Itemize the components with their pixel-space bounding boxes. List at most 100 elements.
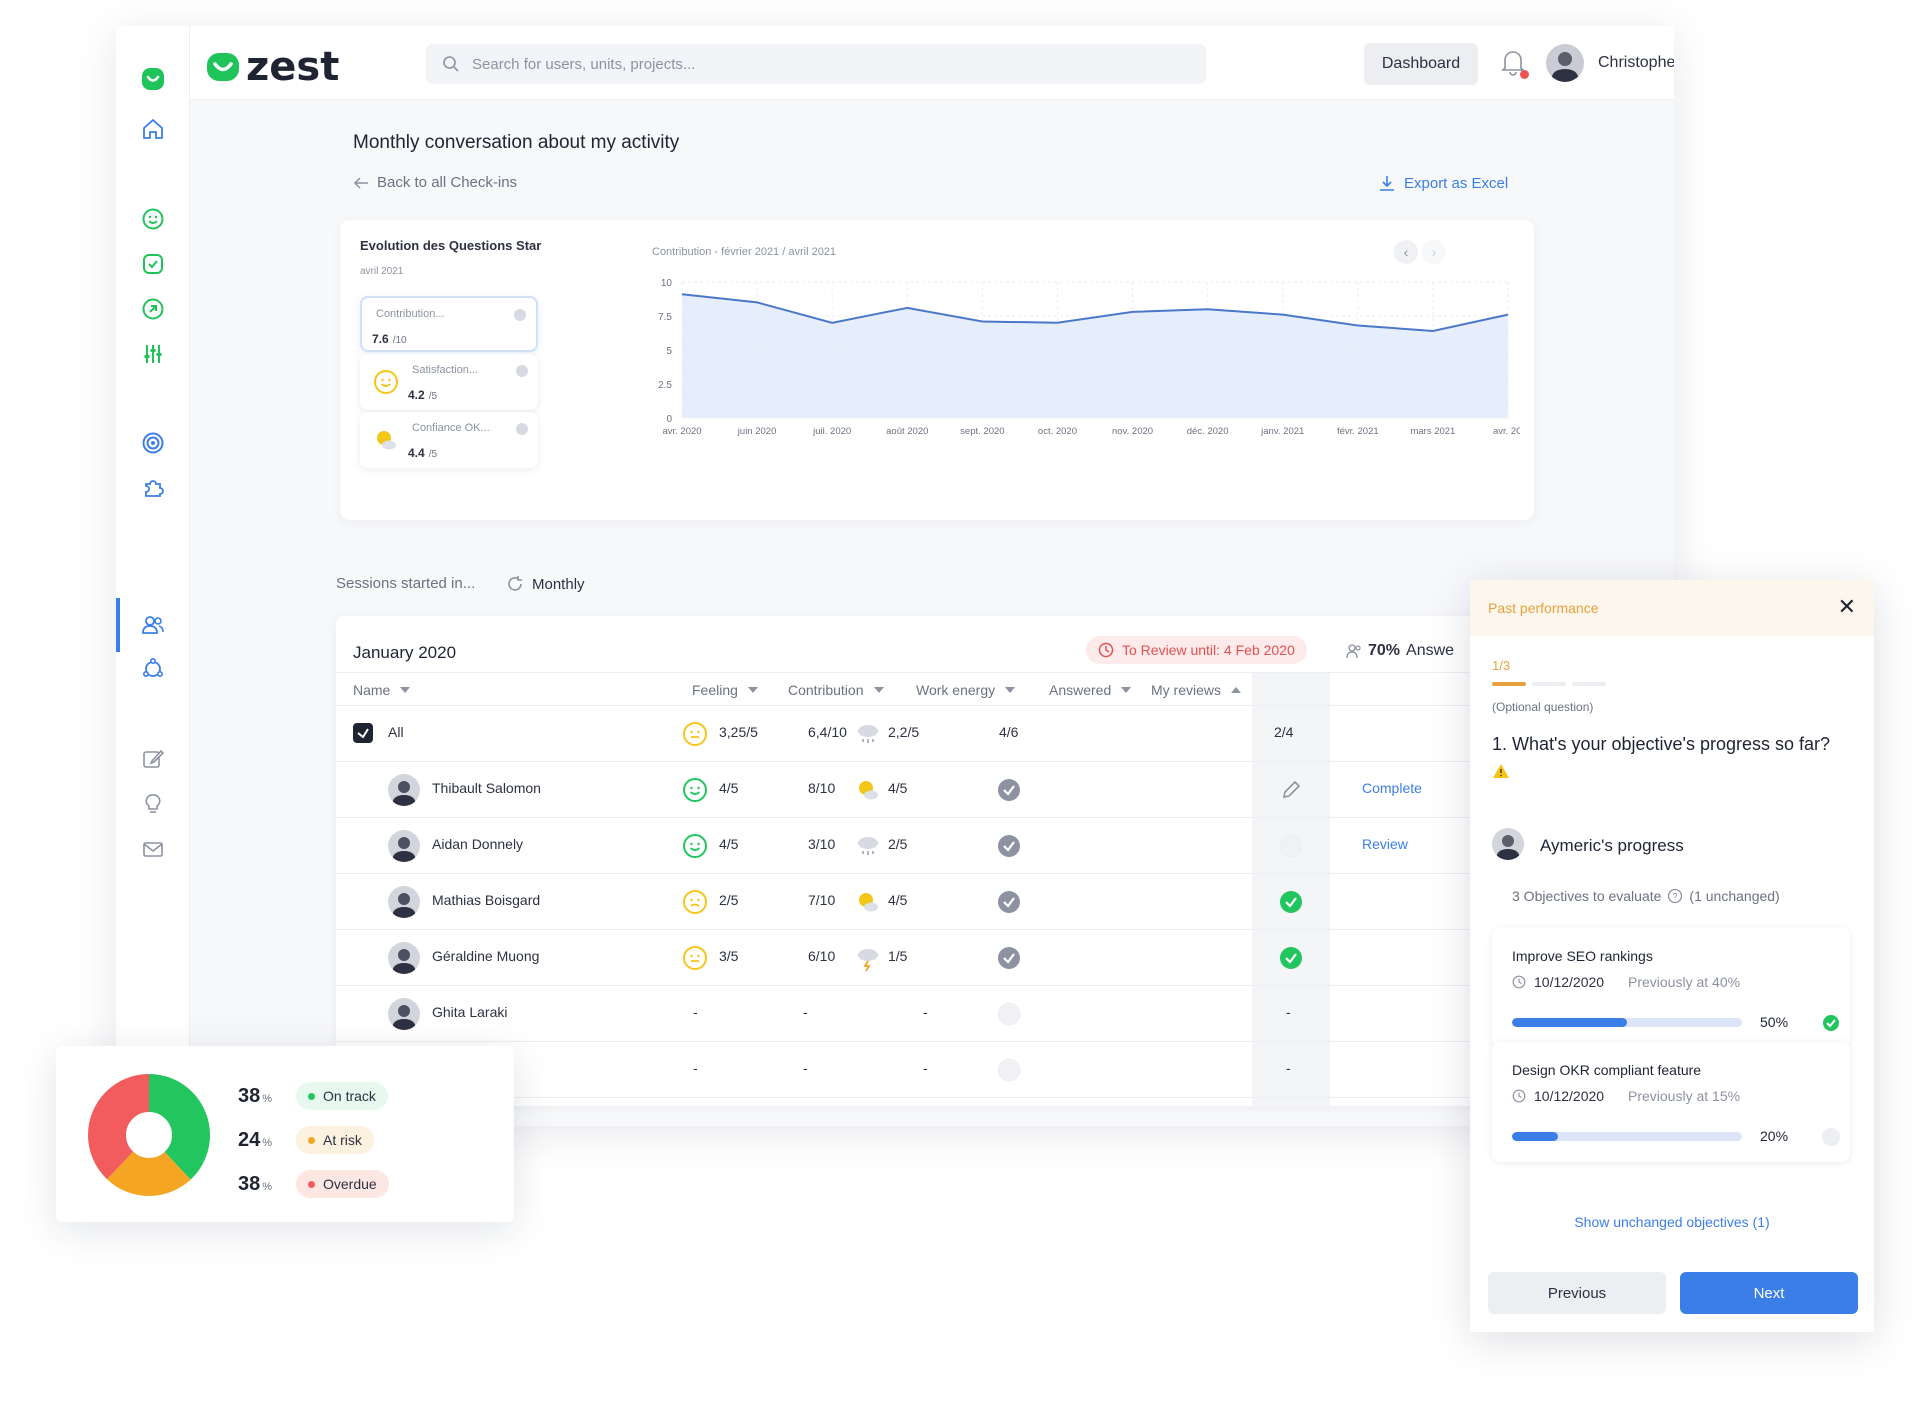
status-dot <box>308 1180 315 1188</box>
brand-logo[interactable]: zest <box>206 44 339 90</box>
y-tick-label: 7.5 <box>658 312 672 323</box>
avatar <box>388 886 420 918</box>
check-circle-icon <box>998 891 1020 913</box>
sun-cloud-icon <box>859 781 878 800</box>
metric-label: Satisfaction... <box>412 364 479 376</box>
person-avatar-icon <box>392 781 416 806</box>
row-name: All <box>388 724 404 740</box>
metric-contribution[interactable]: Contribution... 7.6/10 <box>360 296 538 352</box>
rain-cloud-icon <box>858 725 878 743</box>
objective-date: 10/12/2020 <box>1512 1088 1604 1104</box>
column-work-energy[interactable]: Work energy <box>916 682 1016 698</box>
objective-card[interactable]: Improve SEO rankings 10/12/2020 Previously… <box>1492 928 1850 1048</box>
row-name: Géraldine Muong <box>432 948 540 964</box>
objective-progress-fill <box>1512 1132 1558 1141</box>
zest-brand-icon <box>207 53 239 81</box>
table-row[interactable]: Ghita Laraki - - - - <box>336 986 1626 1042</box>
objective-progress-bar[interactable] <box>1512 1132 1742 1141</box>
metric-satisfaction[interactable]: Satisfaction... 4.2/5 <box>360 354 538 410</box>
row-feeling: 3/5 <box>719 948 739 964</box>
warning-icon <box>1493 764 1509 778</box>
help-circle-icon[interactable]: ? <box>1667 888 1683 904</box>
zest-logo-icon[interactable] <box>138 64 168 94</box>
smile-icon[interactable] <box>138 204 168 234</box>
panel-title: Past performance <box>1488 600 1599 616</box>
objective-progress-bar[interactable] <box>1512 1018 1742 1027</box>
next-button[interactable]: Next <box>1680 1272 1858 1314</box>
column-contribution[interactable]: Contribution <box>788 682 884 698</box>
table-row[interactable]: Mathias Boisgard 2/5 7/10 4/5 <box>336 874 1626 930</box>
y-tick-label: 5 <box>666 346 672 357</box>
objective-card[interactable]: Design OKR compliant feature 10/12/2020 Pr… <box>1492 1042 1850 1162</box>
chart-next-button[interactable]: › <box>1422 240 1446 264</box>
select-all-checkbox[interactable] <box>353 723 373 743</box>
top-bar: zest Search for users, units, projects..… <box>190 26 1674 100</box>
dashboard-button[interactable]: Dashboard <box>1364 43 1478 85</box>
mail-icon[interactable] <box>138 834 168 864</box>
empty-circle-icon[interactable] <box>1278 833 1304 859</box>
green-check-icon[interactable] <box>1278 889 1304 915</box>
home-icon[interactable] <box>138 114 168 144</box>
arrow-left-icon <box>353 176 368 189</box>
users-icon[interactable] <box>138 610 168 640</box>
search-placeholder[interactable]: Search for users, units, projects... <box>472 56 695 73</box>
target-arrow-icon[interactable] <box>138 294 168 324</box>
row-contribution: 3/10 <box>808 836 836 852</box>
period-selector[interactable]: Monthly <box>506 575 585 593</box>
app-window: zest Search for users, units, projects..… <box>116 26 1674 1126</box>
row-action-link[interactable]: Complete <box>1362 780 1422 796</box>
legend-pct: 38% <box>238 1084 273 1107</box>
pencil-icon[interactable] <box>1278 777 1304 803</box>
sessions-table: January 2020 To Review until: 4 Feb 2020… <box>336 616 1626 1106</box>
green-check-icon[interactable] <box>1278 945 1304 971</box>
clock-icon <box>1098 642 1114 658</box>
x-tick-label: janv. 2021 <box>1260 426 1304 437</box>
sort-down-icon <box>400 687 411 693</box>
back-link[interactable]: Back to all Check-ins <box>353 174 517 191</box>
sliders-icon[interactable] <box>138 339 168 369</box>
table-row[interactable]: Géraldine Muong 3/5 6/10 1/5 <box>336 930 1626 986</box>
close-icon[interactable]: ✕ <box>1838 594 1856 620</box>
column-my-reviews[interactable]: My reviews <box>1151 682 1242 698</box>
search-bar[interactable]: Search for users, units, projects... <box>426 44 1206 84</box>
empty-circle-icon <box>1822 1128 1840 1146</box>
avatar <box>1492 828 1524 860</box>
table-row[interactable]: ie---- <box>336 1042 1626 1098</box>
user-name[interactable]: Christophe <box>1598 54 1674 72</box>
check-square-icon[interactable] <box>138 249 168 279</box>
column-name[interactable]: Name <box>353 682 411 698</box>
lightbulb-icon[interactable] <box>138 789 168 819</box>
objective-previous: Previously at 40% <box>1628 974 1741 990</box>
row-contribution: 6/10 <box>808 948 836 964</box>
status-badge: On track <box>296 1082 388 1110</box>
metric-confiance[interactable]: Confiance OK... 4.4/5 <box>360 412 538 468</box>
export-excel-link[interactable]: Export as Excel <box>1378 174 1508 192</box>
row-energy: - <box>923 1060 928 1076</box>
show-unchanged-link[interactable]: Show unchanged objectives (1) <box>1470 1214 1874 1230</box>
row-energy: 4/5 <box>888 892 908 908</box>
table-row-all[interactable]: All 3,25/5 6,4/10 2,2/5 4/6 2/4 <box>336 706 1626 762</box>
target-icon[interactable] <box>138 428 168 458</box>
answered-pct: 70% <box>1368 642 1401 659</box>
column-answered[interactable]: Answered <box>1049 682 1132 698</box>
puzzle-icon[interactable] <box>138 473 168 503</box>
chart-prev-button[interactable]: ‹ <box>1394 240 1418 264</box>
sort-down-icon <box>747 687 758 693</box>
avatar <box>388 774 420 806</box>
status-badge: Overdue <box>296 1170 389 1198</box>
table-row[interactable]: Aidan Donnely 4/5 3/10 2/5 Review <box>336 818 1626 874</box>
edit-icon[interactable] <box>138 744 168 774</box>
x-tick-label: mars 2021 <box>1410 426 1455 437</box>
metric-value: 4.4/5 <box>408 446 438 460</box>
previous-button[interactable]: Previous <box>1488 1272 1666 1314</box>
row-energy: 2,2/5 <box>888 724 920 740</box>
user-avatar[interactable] <box>1546 44 1584 82</box>
row-feeling: - <box>693 1060 698 1076</box>
column-feeling[interactable]: Feeling <box>692 682 758 698</box>
table-row[interactable]: Thibault Salomon 4/5 8/10 4/5 Complete <box>336 762 1626 818</box>
group-icon[interactable] <box>138 654 168 684</box>
metric-label: Contribution... <box>376 308 445 320</box>
step-bar <box>1572 682 1606 686</box>
left-rail <box>116 26 190 1126</box>
row-action-link[interactable]: Review <box>1362 836 1408 852</box>
